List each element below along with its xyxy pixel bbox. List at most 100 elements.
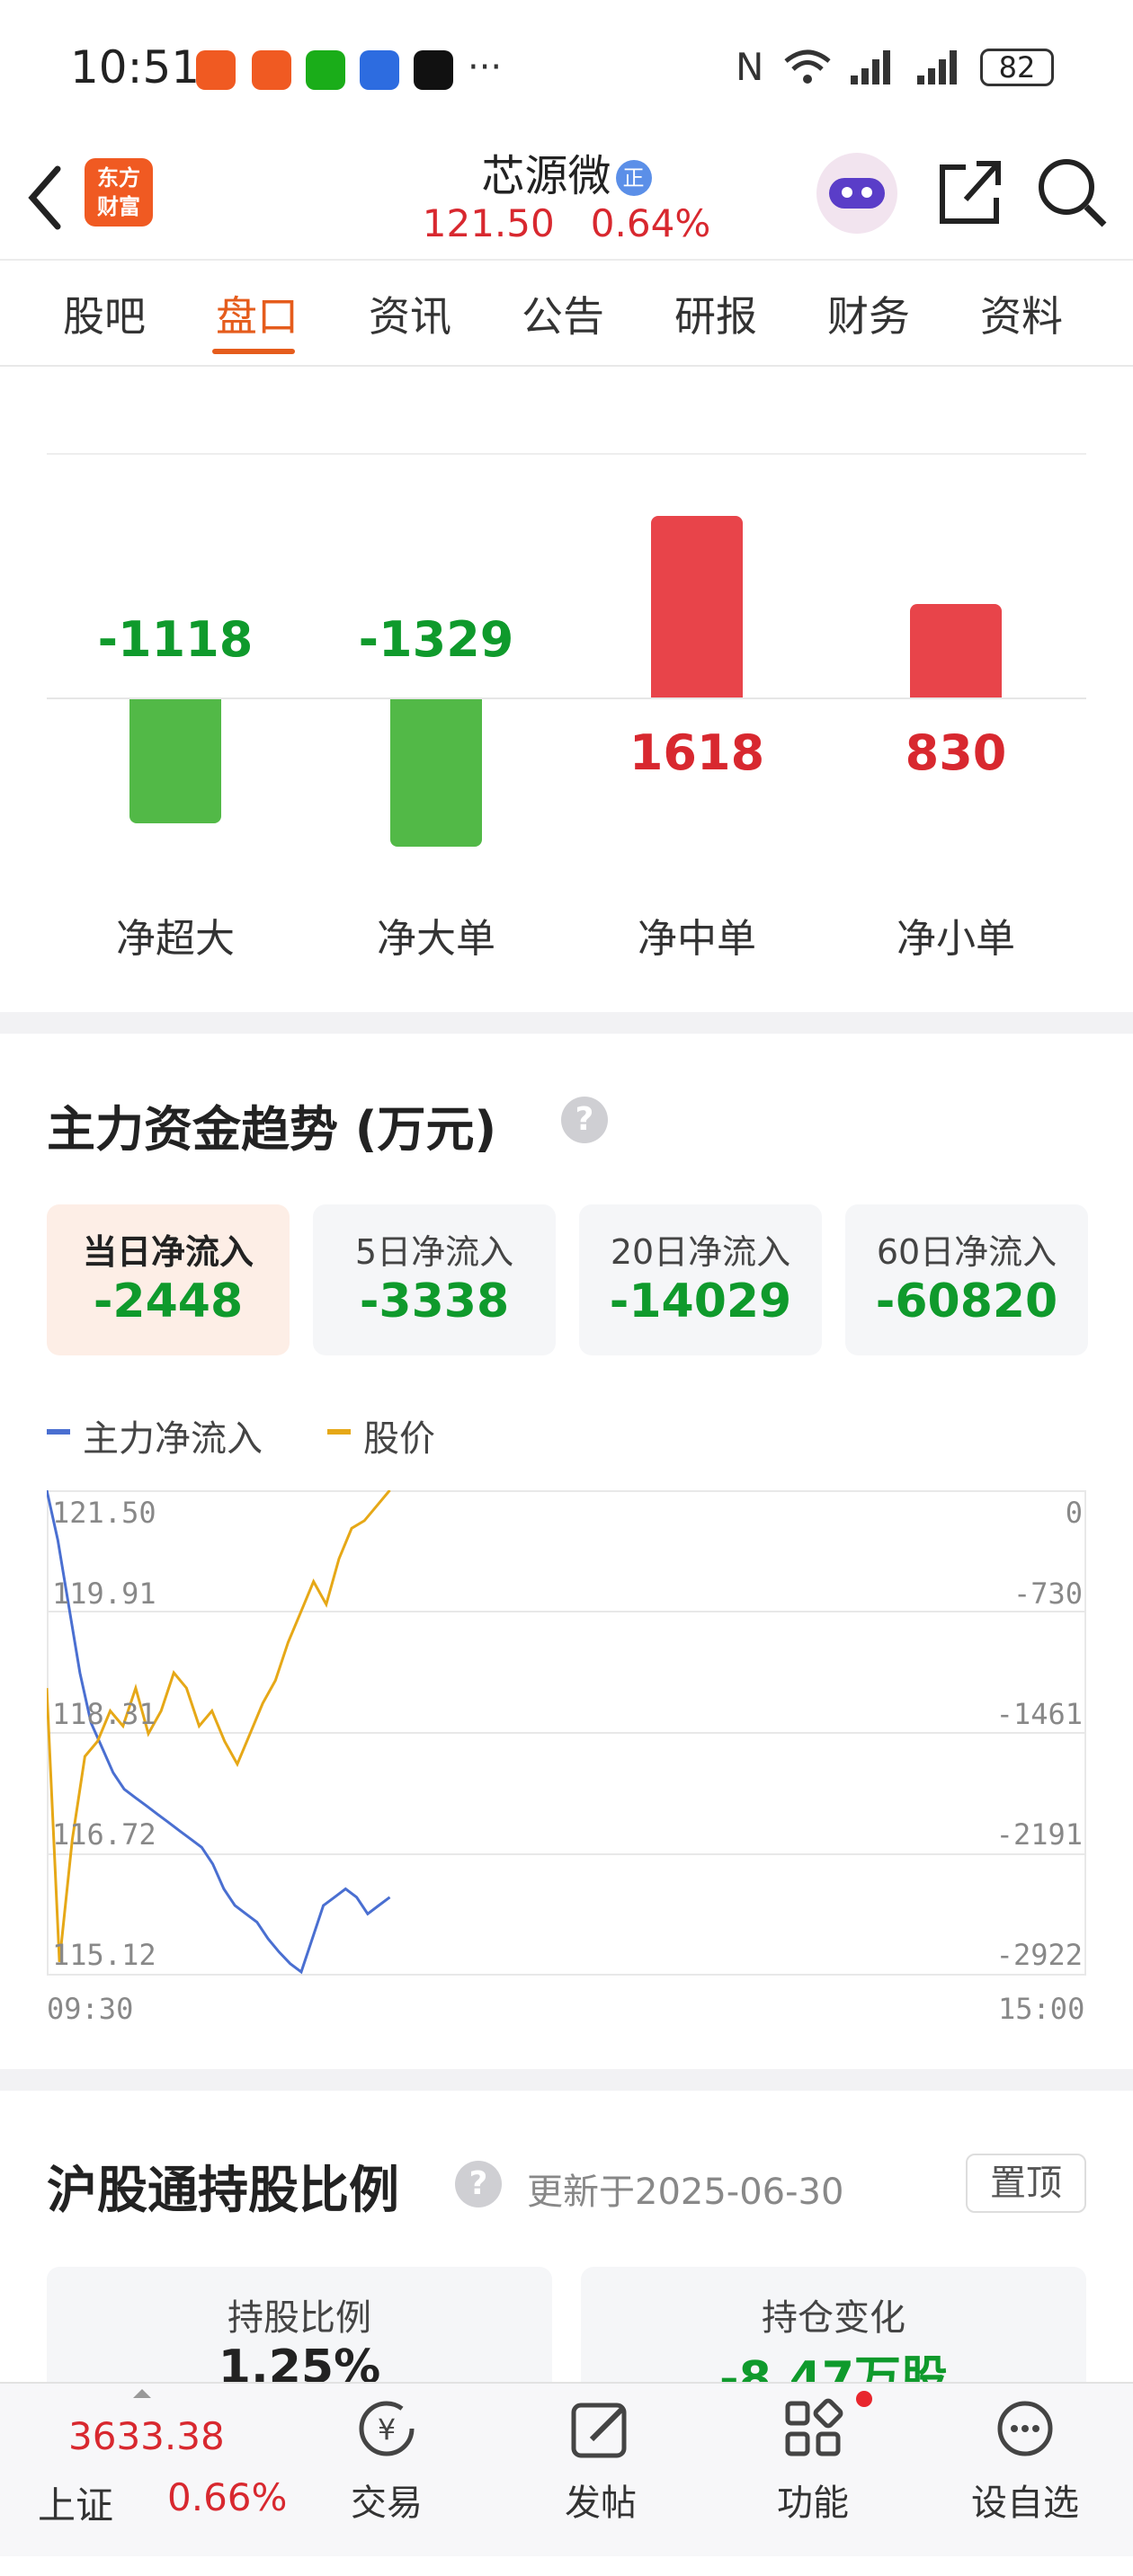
legend-swatch-price [327,1429,351,1435]
eastmoney-logo[interactable]: 东方 财富 [85,158,153,227]
left-tick: 118.31 [52,1697,156,1731]
tab-news[interactable]: 资讯 [369,284,451,343]
x-end-label: 15:00 [998,1992,1085,2026]
tab-finance[interactable]: 财务 [827,284,910,343]
hk-updated: 更新于2025-06-30 [527,2172,844,2213]
stock-title: 芯源微 正 [432,140,701,203]
right-tick: -2191 [995,1817,1083,1852]
tab-pankou[interactable]: 盘口 [216,284,299,343]
change-label: 持仓变化 [762,2297,906,2339]
grid-icon [785,2398,843,2456]
stock-price: 121.50 [422,201,555,245]
index-ticker[interactable]: 3633.38 上证 0.66% [27,2384,287,2558]
left-tick: 121.50 [52,1496,156,1530]
app-notification-icon [196,50,236,90]
help-icon[interactable]: ? [455,2161,502,2207]
app-notification-icon [360,50,399,90]
logo-text: 东方 [97,165,140,191]
nav-label: 发帖 [565,2483,637,2524]
search-icon[interactable] [1034,155,1110,230]
card-value: -3338 [359,1275,510,1328]
wechat-icon [306,50,345,90]
app-notification-icon [252,50,291,90]
value-medium: 1618 [629,724,765,781]
tab-research[interactable]: 研报 [674,284,757,343]
label-medium: 净中单 [638,916,756,962]
bottom-nav: 3633.38 上证 0.66% ¥ 交易 发帖 功能 设自选 [0,2382,1133,2556]
tab-announcements[interactable]: 公告 [522,284,604,343]
left-tick: 116.72 [52,1817,156,1852]
card-5day[interactable]: 5日净流入 -3338 [313,1204,556,1355]
signal-icon [917,50,957,84]
label-large: 净大单 [377,916,495,962]
bar-medium [651,516,743,697]
nav-trade[interactable]: ¥ 交易 [315,2384,459,2558]
app-notification-icon [414,50,453,90]
index-change: 0.66% [167,2475,288,2519]
pin-button[interactable]: 置顶 [966,2154,1086,2213]
notification-dot [856,2391,872,2407]
label-small: 净小单 [897,916,1015,962]
nav-label: 设自选 [971,2483,1079,2524]
value-large: -1329 [358,611,514,668]
card-20day[interactable]: 20日净流入 -14029 [579,1204,822,1355]
left-tick: 115.12 [52,1938,156,1972]
svg-text:¥: ¥ [378,2412,396,2447]
bar-small [910,604,1002,697]
nav-watchlist[interactable]: 设自选 [953,2384,1097,2558]
left-tick: 119.91 [52,1577,156,1611]
stock-badge: 正 [615,160,652,196]
card-value: -2448 [93,1275,244,1328]
back-arrow-icon[interactable] [23,162,67,234]
legend-flow: 主力净流入 [83,1418,263,1460]
change-card: 持仓变化 -8.47万股 [581,2267,1086,2406]
trade-icon: ¥ [359,2401,415,2456]
x-start-label: 09:30 [47,1992,134,2026]
ai-assistant-icon[interactable] [816,153,897,234]
ratio-label: 持股比例 [227,2297,371,2339]
hk-title: 沪股通持股比例 [47,2162,399,2220]
nfc-icon: N [736,45,764,89]
trend-chart [47,1490,1086,1976]
card-60day[interactable]: 60日净流入 -60820 [845,1204,1088,1355]
stock-quote: 121.50 0.64% [396,201,737,245]
tab-profile[interactable]: 资料 [980,284,1063,343]
card-label: 60日净流入 [876,1232,1057,1272]
divider [47,453,1086,455]
tab-guba[interactable]: 股吧 [63,284,146,343]
stock-change: 0.64% [590,201,711,245]
nav-label: 功能 [777,2483,849,2524]
nav-label: 交易 [351,2483,423,2524]
legend-price: 股价 [363,1418,435,1460]
wifi-icon [784,49,831,84]
value-super-large: -1118 [97,611,254,668]
logo-text: 财富 [97,194,140,219]
more-notifications-icon: ··· [468,47,503,88]
edit-icon [571,2403,627,2458]
more-icon [997,2401,1053,2456]
index-value: 3633.38 [68,2414,225,2458]
ratio-card: 持股比例 1.25% [47,2267,552,2394]
value-small: 830 [905,724,1007,781]
signal-icon [851,50,890,84]
bar-large [390,699,482,847]
index-name: 上证 [38,2483,114,2527]
battery-level: 82 [998,50,1036,84]
status-time: 10:51 [70,41,201,93]
card-label: 5日净流入 [354,1232,514,1272]
nav-functions[interactable]: 功能 [741,2384,885,2558]
help-icon[interactable]: ? [561,1097,608,1143]
trend-title: 主力资金趋势 (万元) [47,1101,497,1158]
bar-super-large [129,699,221,823]
status-bar: 10:51 ··· N 82 [0,0,1133,135]
card-today[interactable]: 当日净流入 -2448 [47,1204,290,1355]
right-tick: -2922 [995,1938,1083,1972]
stock-name: 芯源微 [481,151,611,201]
stock-header: 东方 财富 芯源微 正 121.50 0.64% [0,135,1133,261]
battery-icon: 82 [980,49,1054,86]
card-label: 当日净流入 [82,1232,254,1272]
nav-post[interactable]: 发帖 [529,2384,673,2558]
right-tick: 0 [1065,1496,1083,1530]
legend-swatch-flow [47,1429,70,1435]
share-icon[interactable] [933,155,1005,230]
